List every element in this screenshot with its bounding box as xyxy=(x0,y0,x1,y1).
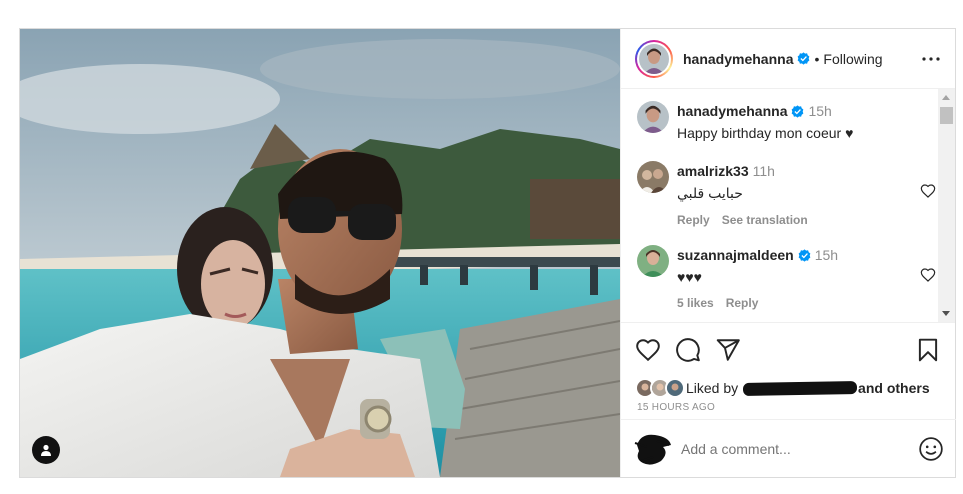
user-tag-icon xyxy=(41,444,51,456)
action-bar xyxy=(621,322,955,377)
comments-list[interactable]: hanadymehanna 15h Happy birthday mon coeu… xyxy=(621,89,955,322)
commenter-avatar xyxy=(634,434,671,465)
comment-like-icon[interactable] xyxy=(920,183,936,199)
comment-username[interactable]: amalrizk33 xyxy=(677,163,749,179)
emoji-icon[interactable] xyxy=(918,436,944,462)
caption-username[interactable]: hanadymehanna xyxy=(677,103,787,119)
bookmark-icon[interactable] xyxy=(915,337,941,363)
post-timestamp[interactable]: 15 HOURS AGO xyxy=(621,399,955,416)
verified-badge-icon xyxy=(792,105,804,118)
post-card: hanadymehanna • Following hanadymehanna … xyxy=(19,28,956,478)
liked-by-row: Liked by and others xyxy=(621,377,955,399)
more-options-button[interactable] xyxy=(919,47,943,71)
author-avatar[interactable] xyxy=(639,43,669,74)
comments-scrollbar[interactable] xyxy=(938,89,955,322)
scroll-up-arrow-icon[interactable] xyxy=(942,95,950,100)
liker-avatar[interactable] xyxy=(665,378,685,398)
comment-meta: Reply See translation xyxy=(677,213,927,227)
post-side-panel: hanadymehanna • Following hanadymehanna … xyxy=(620,29,956,477)
add-comment-bar xyxy=(621,419,956,477)
redacted-username xyxy=(742,381,858,396)
scroll-down-arrow-icon[interactable] xyxy=(942,311,950,316)
comment-icon[interactable] xyxy=(675,337,701,363)
add-comment-input[interactable] xyxy=(681,440,918,457)
heart-icon[interactable] xyxy=(635,337,661,363)
post-image[interactable] xyxy=(20,29,620,477)
verified-badge-icon xyxy=(798,249,811,262)
selfie-photo xyxy=(20,29,620,477)
see-translation-button[interactable]: See translation xyxy=(722,213,808,227)
comment-like-icon[interactable] xyxy=(920,267,936,283)
reply-button[interactable]: Reply xyxy=(677,213,710,227)
liked-by-text: Liked by and others xyxy=(686,380,930,396)
caption-avatar[interactable] xyxy=(637,101,669,133)
comment-avatar[interactable] xyxy=(637,161,669,193)
comment-time[interactable]: 15h xyxy=(815,247,838,263)
reply-button[interactable]: Reply xyxy=(726,296,759,310)
header-separator: • xyxy=(814,50,820,67)
comment-username[interactable]: suzannajmaldeen xyxy=(677,247,794,263)
comment-meta: 5 likes Reply xyxy=(677,296,927,310)
verified-badge-icon xyxy=(798,52,810,65)
liked-by-others-link[interactable]: and others xyxy=(858,380,930,396)
following-button[interactable]: Following xyxy=(823,51,882,67)
more-horizontal-icon xyxy=(922,56,940,61)
comment-likes-count[interactable]: 5 likes xyxy=(677,296,714,310)
liked-by-prefix: Liked by xyxy=(686,380,739,396)
comment-text: حبايب قلبي xyxy=(677,185,743,201)
send-icon[interactable] xyxy=(715,337,741,363)
comment-avatar[interactable] xyxy=(637,245,669,277)
author-username[interactable]: hanadymehanna xyxy=(683,51,793,67)
comment-text: ♥♥♥ xyxy=(677,269,702,285)
caption-time[interactable]: 15h xyxy=(808,103,831,119)
liked-by-avatars[interactable] xyxy=(635,378,689,398)
scrollbar-thumb[interactable] xyxy=(940,107,953,124)
story-ring[interactable] xyxy=(635,39,673,78)
caption-text: Happy birthday mon coeur ♥ xyxy=(677,125,854,141)
post-header: hanadymehanna • Following xyxy=(621,29,955,89)
user-tag-button[interactable] xyxy=(32,436,60,464)
comment-time[interactable]: 11h xyxy=(753,163,775,179)
